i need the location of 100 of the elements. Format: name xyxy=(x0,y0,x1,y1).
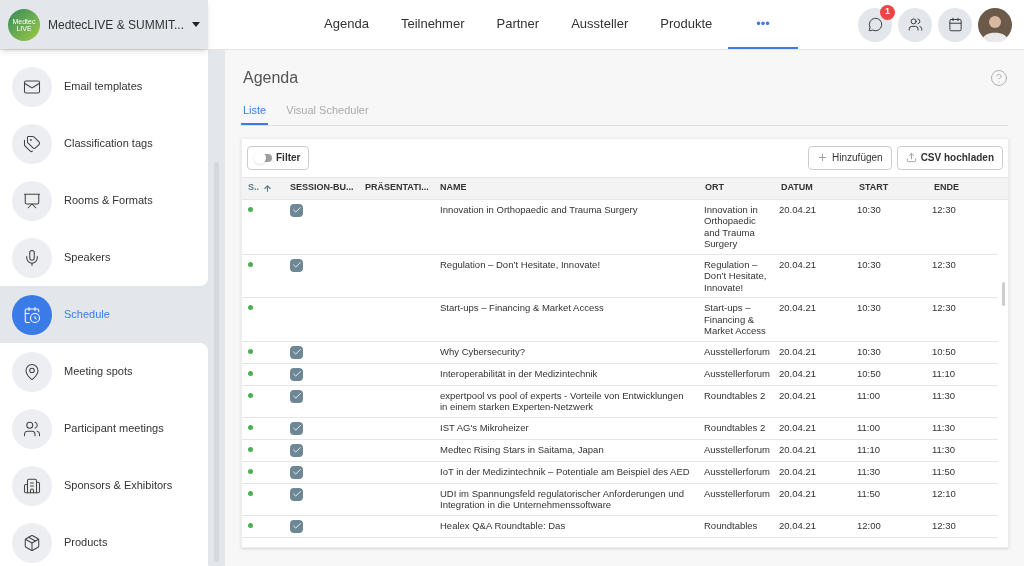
checkbox[interactable] xyxy=(290,389,303,403)
avatar-icon[interactable] xyxy=(978,7,1012,42)
session-name: Innovation in Orthopaedic and Trauma Surgery xyxy=(440,203,638,215)
session-name: Healex Q&A Roundtable: Das xyxy=(440,519,566,531)
location-text: Roundtables 2 xyxy=(704,389,766,401)
column-header[interactable]: NAME xyxy=(434,181,699,195)
check-icon xyxy=(291,205,302,215)
upload-icon xyxy=(905,152,917,163)
check-icon xyxy=(291,445,302,455)
column-header[interactable]: S.. xyxy=(242,181,284,195)
envelope-icon xyxy=(12,66,52,107)
location-text: Ausstellerforum xyxy=(704,465,770,477)
calendar-icon xyxy=(947,17,963,32)
column-header[interactable]: DATUM xyxy=(775,181,853,195)
end-time: 11:50 xyxy=(932,465,956,477)
sidebar-item[interactable]: Sponsors & Exhibitors xyxy=(0,457,208,514)
date-text: 20.04.21 xyxy=(779,345,816,357)
calendar-icon xyxy=(12,294,52,335)
date-text: 20.04.21 xyxy=(779,302,816,313)
end-time: 11:30 xyxy=(932,443,956,455)
nav-tab[interactable]: ••• xyxy=(728,0,798,49)
location-text: Roundtables 2 xyxy=(704,421,766,433)
start-time: 10:50 xyxy=(857,367,881,379)
chat-button[interactable]: 1 xyxy=(858,7,892,42)
start-time: 12:00 xyxy=(857,519,881,531)
session-name: IoT in der Medizintechnik – Potentiale am Beispiel des AED xyxy=(440,465,690,477)
upload-button[interactable]: CSV hochladen xyxy=(896,145,1003,170)
end-time: 10:50 xyxy=(932,345,956,357)
session-name: Start-ups – Financing & Market Access xyxy=(440,302,604,313)
sidebar-item[interactable]: Meeting spots xyxy=(0,343,208,400)
plus-icon xyxy=(817,152,829,163)
column-header[interactable]: START xyxy=(853,181,928,195)
session-name: UDI im Spannungsfeld regulatorischer Anforderungen und Integration in die Unternehmenssoftware xyxy=(440,487,684,510)
add-button[interactable]: Hinzufügen xyxy=(808,145,892,170)
nav-tab[interactable]: Partner xyxy=(480,0,556,49)
checkbox[interactable] xyxy=(290,367,303,381)
start-time: 10:30 xyxy=(857,203,881,215)
check-icon xyxy=(291,369,302,379)
column-header[interactable]: SESSION-BU... xyxy=(284,181,359,195)
help-icon[interactable] xyxy=(990,69,1008,87)
checkbox[interactable] xyxy=(290,443,303,457)
column-header[interactable]: ORT xyxy=(699,181,775,195)
date-text: 20.04.21 xyxy=(779,421,816,433)
subtab[interactable]: Liste xyxy=(241,102,269,125)
location-text: Ausstellerforum xyxy=(704,487,770,499)
checkbox[interactable] xyxy=(290,345,303,359)
nav-tab[interactable]: Produkte xyxy=(644,0,729,49)
start-time: 11:50 xyxy=(857,487,881,499)
location-text: Ausstellerforum xyxy=(704,367,770,379)
date-text: 20.04.21 xyxy=(779,487,816,499)
checkbox[interactable] xyxy=(290,465,303,479)
tag-icon xyxy=(12,123,52,164)
checkbox[interactable] xyxy=(290,519,303,533)
sidebar-item[interactable]: Products xyxy=(0,514,208,566)
nav-tab[interactable]: Teilnehmer xyxy=(384,0,481,49)
checkbox[interactable] xyxy=(290,203,303,217)
sidebar-item[interactable]: Speakers xyxy=(0,229,208,286)
date-text: 20.04.21 xyxy=(779,367,816,379)
session-name: IST AG's Mikroheizer xyxy=(440,421,529,433)
end-time: 12:30 xyxy=(932,519,956,531)
toggle-icon xyxy=(256,153,272,162)
sidebar-item[interactable]: Rooms & Formats xyxy=(0,172,208,229)
sidebar-item[interactable]: Classification tags xyxy=(0,115,208,172)
end-time: 11:30 xyxy=(932,389,956,401)
caret-icon xyxy=(192,22,200,27)
location-text: Regulation – Don’t Hesitate, Innovate! xyxy=(704,258,767,293)
pin-icon xyxy=(12,351,52,392)
checkbox[interactable] xyxy=(290,421,303,435)
start-time: 11:10 xyxy=(857,443,881,455)
sidebar-item[interactable]: Participant meetings xyxy=(0,400,208,457)
location-text: Ausstellerforum xyxy=(704,443,770,455)
building-icon xyxy=(12,465,52,506)
microphone-icon xyxy=(12,237,52,278)
presentation-icon xyxy=(12,180,52,221)
check-icon xyxy=(291,489,302,499)
people-icon xyxy=(12,408,52,449)
checkbox[interactable] xyxy=(290,487,303,501)
end-time: 12:30 xyxy=(932,203,956,215)
date-text: 20.04.21 xyxy=(779,465,816,477)
filter-button[interactable]: Filter xyxy=(247,145,310,170)
start-time: 10:30 xyxy=(857,258,881,270)
calendar-button[interactable] xyxy=(938,7,972,42)
checkbox[interactable] xyxy=(290,258,303,272)
end-time: 11:30 xyxy=(932,421,956,433)
notification-badge: 1 xyxy=(880,4,895,20)
page-title: Agenda xyxy=(242,68,299,88)
check-icon xyxy=(291,423,302,433)
location-text: Ausstellerforum xyxy=(704,345,770,357)
column-header[interactable]: PRÄSENTATI... xyxy=(359,181,434,195)
start-time: 11:00 xyxy=(857,421,881,433)
end-time: 12:10 xyxy=(932,487,956,499)
date-text: 20.04.21 xyxy=(779,258,816,270)
nav-tab[interactable]: Aussteller xyxy=(555,0,645,49)
chat-icon xyxy=(867,17,883,32)
date-text: 20.04.21 xyxy=(779,203,816,215)
sidebar-item[interactable]: Email templates xyxy=(0,50,208,115)
column-header[interactable]: ENDE xyxy=(928,181,998,195)
check-icon xyxy=(291,347,302,357)
people-button[interactable] xyxy=(898,7,932,42)
nav-tab[interactable]: Agenda xyxy=(308,0,385,49)
